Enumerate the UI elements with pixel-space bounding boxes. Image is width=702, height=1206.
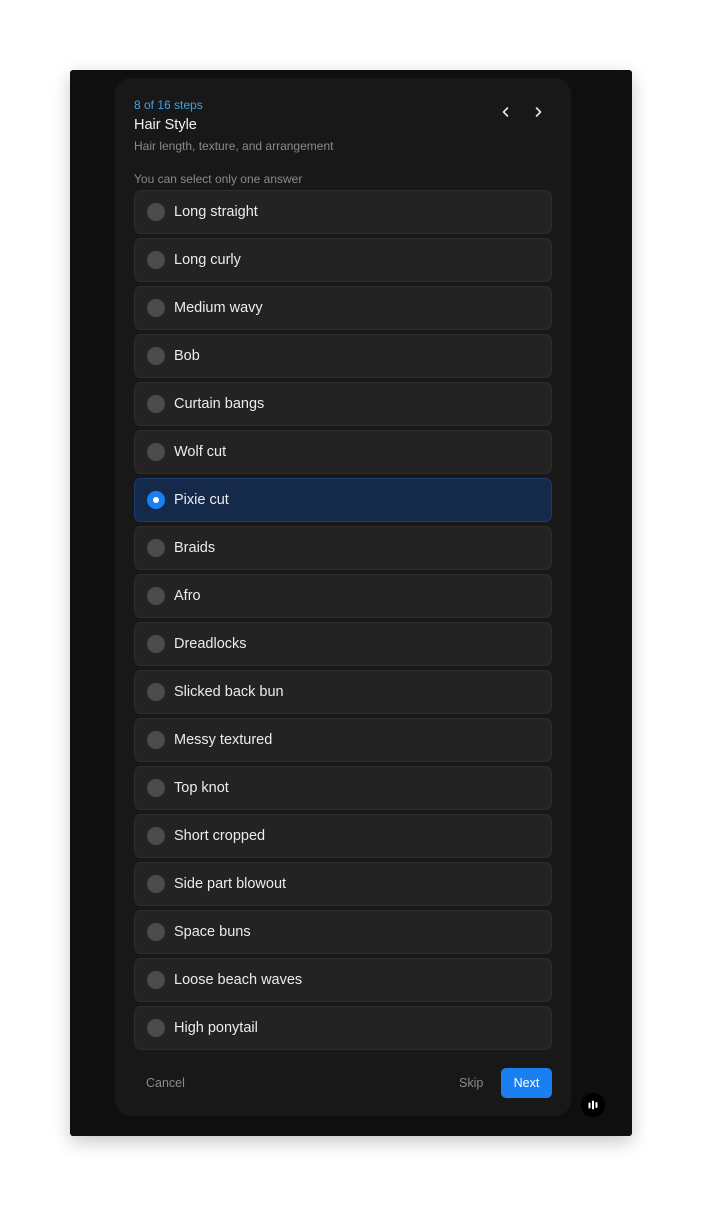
answer-option-label: High ponytail [174, 1020, 258, 1036]
answer-option[interactable]: Afro [134, 574, 552, 618]
answer-option[interactable]: Pixie cut [134, 478, 552, 522]
chevron-right-icon [535, 107, 542, 117]
answer-option-label: Loose beach waves [174, 972, 303, 988]
radio-unchecked[interactable] [147, 299, 165, 317]
radio-unchecked[interactable] [147, 971, 165, 989]
radio-unchecked[interactable] [147, 635, 165, 653]
answer-option-label: Medium wavy [174, 300, 263, 316]
radio-unchecked[interactable] [147, 203, 165, 221]
card-footer: Cancel Skip Next [115, 1068, 571, 1098]
radio-unchecked[interactable] [147, 779, 165, 797]
next-step-arrow-button[interactable] [526, 100, 550, 124]
question-header: 8 of 16 steps Hair Style Hair length, te… [134, 97, 434, 154]
answer-option-label: Space buns [174, 924, 251, 940]
answer-option[interactable]: Slicked back bun [134, 670, 552, 714]
answer-option-label: Messy textured [174, 732, 273, 748]
radio-unchecked[interactable] [147, 827, 165, 845]
answer-option-label: Dreadlocks [174, 636, 247, 652]
radio-checked[interactable] [147, 491, 165, 509]
radio-unchecked[interactable] [147, 347, 165, 365]
app-window: 8 of 16 steps Hair Style Hair length, te… [70, 70, 632, 1136]
answer-option-label: Long curly [174, 252, 241, 268]
answer-option[interactable]: Braids [134, 526, 552, 570]
answer-option-label: Afro [174, 588, 201, 604]
answer-option[interactable]: Short cropped [134, 814, 552, 858]
cancel-button[interactable]: Cancel [146, 1068, 185, 1098]
answer-option-label: Top knot [174, 780, 229, 796]
answer-option-label: Long straight [174, 204, 258, 220]
answer-option[interactable]: Wolf cut [134, 430, 552, 474]
radio-unchecked[interactable] [147, 587, 165, 605]
answer-option-label: Slicked back bun [174, 684, 284, 700]
radio-unchecked[interactable] [147, 731, 165, 749]
answer-option[interactable]: Medium wavy [134, 286, 552, 330]
answer-options-list: Long straight Long curly Medium wavy Bob Cur… [134, 190, 552, 1054]
answer-option-label: Short cropped [174, 828, 266, 844]
answer-option[interactable]: Long straight [134, 190, 552, 234]
radio-unchecked[interactable] [147, 539, 165, 557]
radio-unchecked[interactable] [147, 923, 165, 941]
radio-unchecked[interactable] [147, 683, 165, 701]
previous-step-button[interactable] [494, 100, 518, 124]
audio-widget-button[interactable] [581, 1093, 605, 1117]
answer-option-label: Curtain bangs [174, 396, 265, 412]
question-title: Hair Style [134, 117, 197, 133]
answer-option[interactable]: Dreadlocks [134, 622, 552, 666]
radio-unchecked[interactable] [147, 443, 165, 461]
answer-option-label: Pixie cut [174, 492, 229, 508]
answer-option[interactable]: High ponytail [134, 1006, 552, 1050]
answer-option-label: Braids [174, 540, 216, 556]
skip-button[interactable]: Skip [459, 1068, 483, 1098]
chevron-left-icon [502, 107, 509, 117]
step-counter: 8 of 16 steps [134, 98, 203, 112]
answer-option[interactable]: Space buns [134, 910, 552, 954]
radio-unchecked[interactable] [147, 1019, 165, 1037]
answer-option[interactable]: Long curly [134, 238, 552, 282]
next-button[interactable]: Next [501, 1068, 552, 1098]
selection-instruction: You can select only one answer [134, 172, 303, 186]
audio-bars-icon [588, 1100, 598, 1110]
answer-option[interactable]: Loose beach waves [134, 958, 552, 1002]
question-card: 8 of 16 steps Hair Style Hair length, te… [115, 78, 571, 1116]
answer-option[interactable]: Messy textured [134, 718, 552, 762]
radio-unchecked[interactable] [147, 875, 165, 893]
answer-option[interactable]: Curtain bangs [134, 382, 552, 426]
radio-unchecked[interactable] [147, 251, 165, 269]
answer-option-label: Side part blowout [174, 876, 287, 892]
radio-unchecked[interactable] [147, 395, 165, 413]
answer-option[interactable]: Top knot [134, 766, 552, 810]
answer-option[interactable]: Side part blowout [134, 862, 552, 906]
question-subtitle: Hair length, texture, and arrangement [134, 139, 334, 153]
answer-option[interactable]: Bob [134, 334, 552, 378]
answer-option-label: Bob [174, 348, 200, 364]
answer-option-label: Wolf cut [174, 444, 227, 460]
